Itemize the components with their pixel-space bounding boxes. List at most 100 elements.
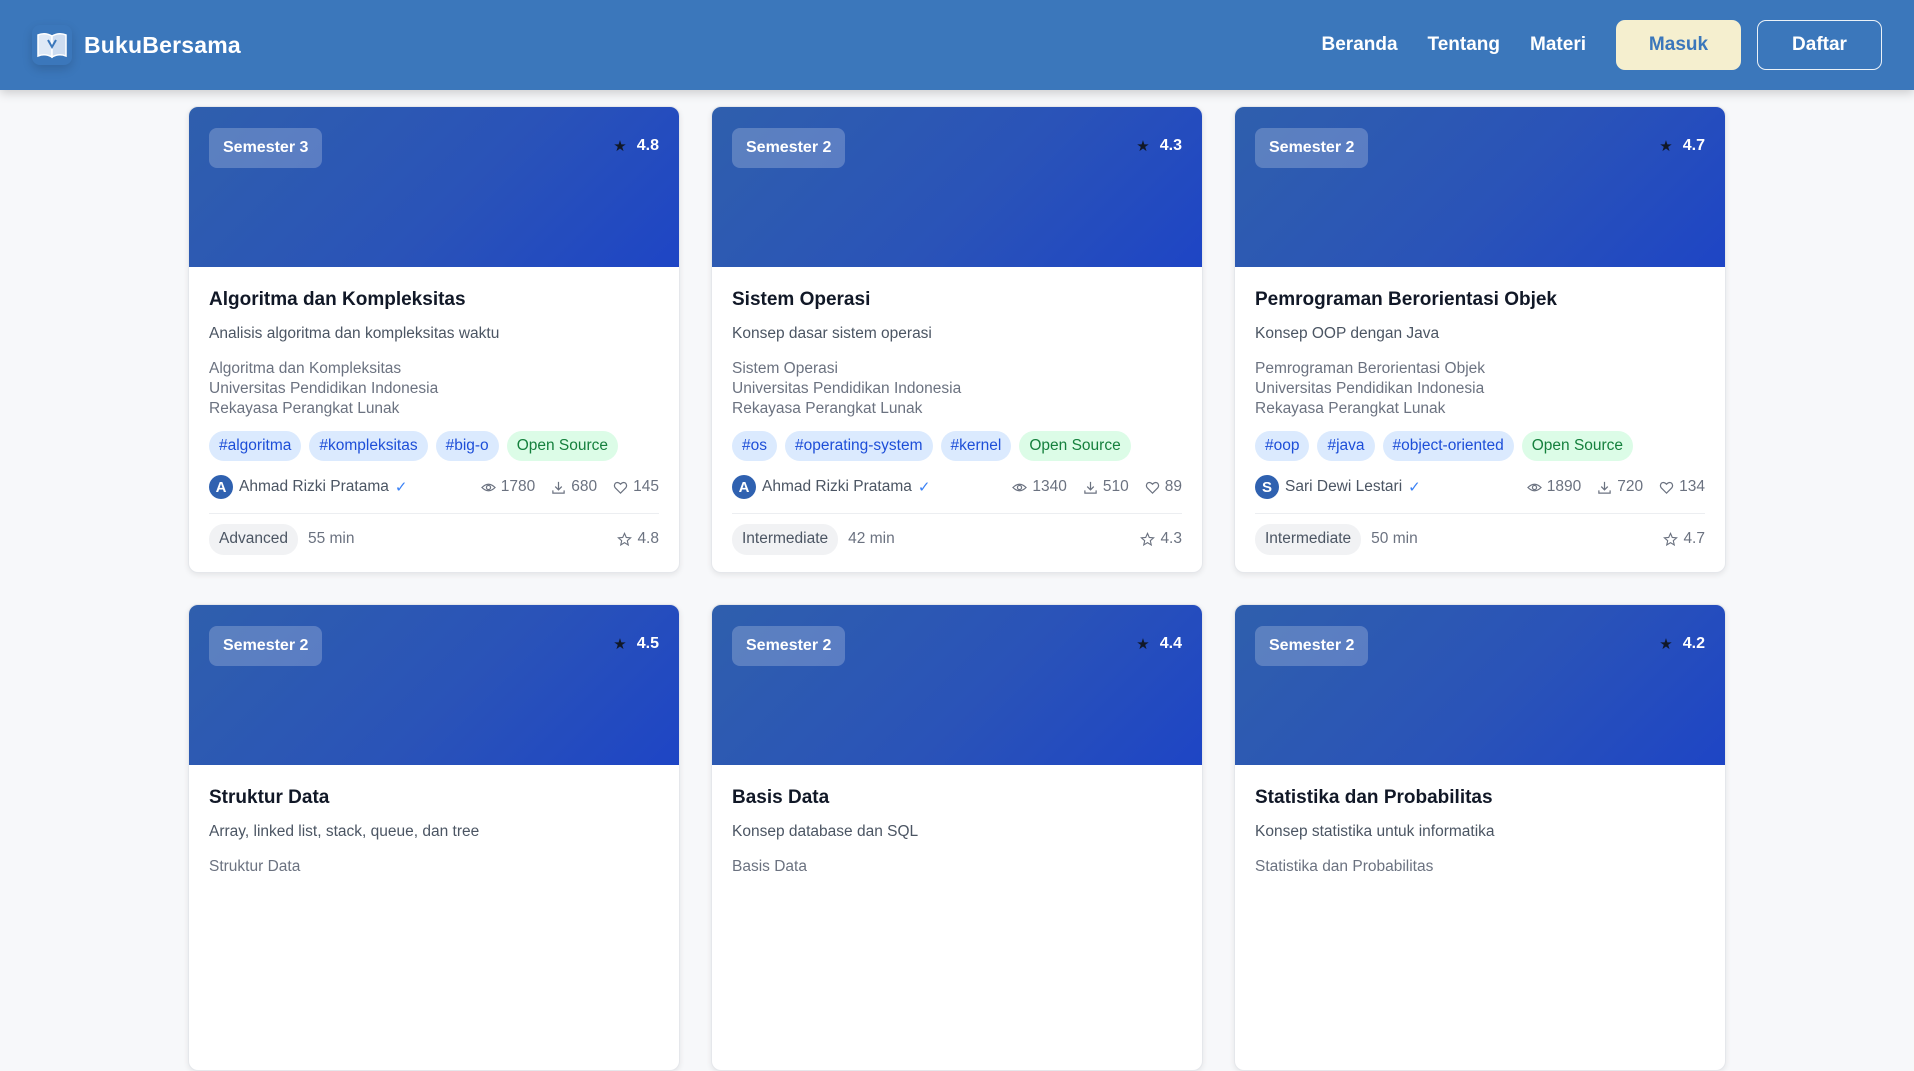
material-card[interactable]: Semester 2 ★ 4.5 Struktur Data Array, li… [188,604,680,1071]
book-logo-icon [32,25,72,65]
card-stats: 1340 510 89 [1012,478,1182,496]
author[interactable]: A Ahmad Rizki Pratama ✓ [209,475,407,499]
duration: 42 min [848,530,895,547]
tag[interactable]: #kompleksitas [309,431,428,461]
card-description: Konsep statistika untuk informatika [1255,823,1495,840]
cover-rating: ★ 4.4 [1136,635,1182,653]
footer-rating: 4.7 [1663,530,1705,548]
university-name: Universitas Pendidikan Indonesia [1255,380,1485,397]
card-meta: Basis Data [732,857,1182,877]
tag-list: #algoritma #kompleksitas #big-o Open Sou… [209,431,659,461]
course-name: Basis Data [732,858,807,875]
material-card[interactable]: Semester 2 ★ 4.7 Pemrograman Berorientas… [1234,106,1726,573]
avatar: S [1255,475,1279,499]
program-name: Rekayasa Perangkat Lunak [1255,400,1446,417]
card-description: Konsep OOP dengan Java [1255,325,1440,342]
semester-badge: Semester 2 [1255,128,1369,168]
card-cover: Semester 2 ★ 4.4 [712,605,1202,765]
likes-count: 134 [1679,478,1705,495]
card-title[interactable]: Pemrograman Berorientasi Objek [1255,289,1705,311]
rating-value: 4.8 [637,530,659,547]
card-cover: Semester 2 ★ 4.3 [712,107,1202,267]
card-description: Analisis algoritma dan kompleksitas wakt… [209,325,500,342]
eye-icon [480,483,496,491]
rating-value: 4.3 [1160,530,1182,547]
material-card[interactable]: Semester 2 ★ 4.4 Basis Data Konsep datab… [711,604,1203,1071]
rating-value: 4.2 [1682,635,1705,652]
tag[interactable]: #java [1317,431,1375,461]
download-icon [1598,481,1611,494]
rating-value: 4.4 [1159,635,1182,652]
nav-link-materi[interactable]: Materi [1530,34,1586,56]
author[interactable]: A Ahmad Rizki Pratama ✓ [732,475,930,499]
open-source-badge: Open Source [506,431,619,461]
university-name: Universitas Pendidikan Indonesia [209,380,439,397]
star-icon: ★ [613,636,627,653]
star-icon: ★ [613,138,627,155]
verified-icon: ✓ [1408,479,1421,496]
semester-badge: Semester 2 [732,626,846,666]
card-title[interactable]: Sistem Operasi [732,289,1182,311]
nav-link-tentang[interactable]: Tentang [1428,34,1500,56]
avatar: A [732,475,756,499]
program-name: Rekayasa Perangkat Lunak [732,400,923,417]
downloads-count: 720 [1617,478,1644,495]
open-source-badge: Open Source [1019,431,1131,461]
star-icon: ★ [1136,138,1150,155]
login-button[interactable]: Masuk [1616,20,1741,70]
tag-list: #oop #java #object-oriented Open Source [1255,431,1705,461]
author-name: Ahmad Rizki Pratama [762,478,912,495]
course-name: Pemrograman Berorientasi Objek [1255,360,1486,377]
tag[interactable]: #algoritma [209,431,302,461]
rating-value: 4.7 [1682,137,1705,154]
heart-icon[interactable] [1145,480,1160,495]
footer-rating: 4.8 [617,530,659,548]
university-name: Universitas Pendidikan Indonesia [732,380,962,397]
tag[interactable]: #os [732,431,777,461]
divider [1255,513,1705,514]
card-title[interactable]: Algoritma dan Kompleksitas [209,289,659,311]
material-card[interactable]: Semester 2 ★ 4.3 Sistem Operasi Konsep d… [711,106,1203,573]
divider [732,513,1182,514]
rating-value: 4.5 [636,635,659,652]
author[interactable]: S Sari Dewi Lestari ✓ [1255,475,1421,499]
card-stats: 1780 680 145 [480,478,659,496]
semester-badge: Semester 2 [1255,626,1369,666]
duration: 55 min [307,530,355,547]
card-title[interactable]: Statistika dan Probabilitas [1255,787,1705,809]
likes-count: 89 [1164,478,1182,495]
download-icon [1084,481,1097,494]
likes-count: 145 [633,478,659,495]
divider [209,513,659,514]
card-title[interactable]: Basis Data [732,787,1182,809]
heart-icon[interactable] [1659,480,1674,495]
material-grid: Semester 3 ★ 4.8 Algoritma dan Kompleksi… [188,106,1726,1071]
cover-rating: ★ 4.5 [613,635,659,653]
tag[interactable]: #kernel [940,431,1012,461]
nav-link-beranda[interactable]: Beranda [1322,34,1398,56]
course-name: Sistem Operasi [732,360,838,377]
card-meta: Statistika dan Probabilitas [1255,857,1705,877]
rating-value: 4.3 [1159,137,1182,154]
star-outline-icon [1663,531,1679,546]
rating-value: 4.7 [1683,530,1705,547]
material-card[interactable]: Semester 3 ★ 4.8 Algoritma dan Kompleksi… [188,106,680,573]
tag[interactable]: #oop [1255,431,1310,461]
views-count: 1890 [1546,478,1582,495]
tag[interactable]: #object-oriented [1382,431,1514,461]
brand-link[interactable]: BukuBersama [32,25,241,65]
tag[interactable]: #operating-system [785,431,933,461]
heart-icon[interactable] [613,480,628,495]
course-name: Statistika dan Probabilitas [1255,858,1434,875]
star-outline-icon [617,531,633,546]
course-name: Struktur Data [209,858,301,875]
register-button[interactable]: Daftar [1757,20,1882,70]
brand-name: BukuBersama [84,31,241,58]
card-description: Konsep database dan SQL [732,823,919,840]
card-stats: 1890 720 134 [1526,478,1705,496]
card-meta: Algoritma dan Kompleksitas Universitas P… [209,359,659,419]
tag[interactable]: #big-o [435,431,499,461]
semester-badge: Semester 2 [209,626,323,666]
card-title[interactable]: Struktur Data [209,787,659,809]
material-card[interactable]: Semester 2 ★ 4.2 Statistika dan Probabil… [1234,604,1726,1071]
